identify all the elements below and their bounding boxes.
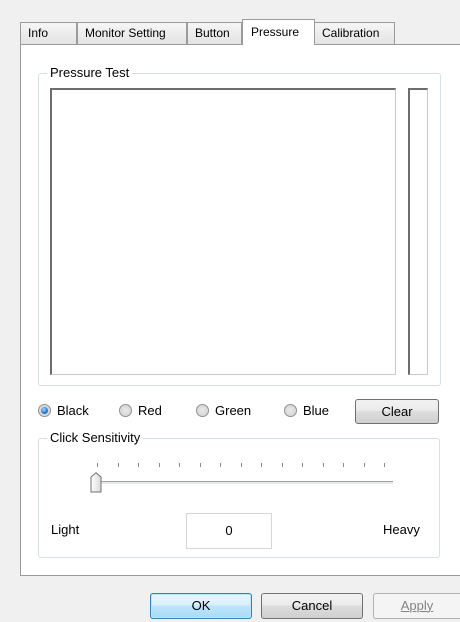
click-sensitivity-title: Click Sensitivity <box>47 430 144 446</box>
slider-tick <box>302 463 303 467</box>
radio-label: Green <box>215 402 252 418</box>
tab-monitor-setting[interactable]: Monitor Setting <box>77 22 187 44</box>
sensitivity-heavy-label: Heavy <box>383 522 420 537</box>
radio-black[interactable]: Black <box>38 400 89 420</box>
tab-info[interactable]: Info <box>20 22 77 44</box>
slider-tick <box>158 463 160 467</box>
slider-tick <box>384 463 385 467</box>
radio-blue[interactable]: Blue <box>284 400 329 420</box>
tab-calibration[interactable]: Calibration <box>314 22 395 44</box>
slider-tick <box>138 463 139 467</box>
sensitivity-value-field: 0 <box>186 513 272 549</box>
clear-button-label: Clear <box>381 404 413 419</box>
apply-button[interactable]: Apply <box>373 593 460 619</box>
tab-pressure[interactable]: Pressure <box>242 19 315 45</box>
ok-button-label: OK <box>191 598 211 613</box>
pressure-drawing-area[interactable] <box>50 88 396 375</box>
pressure-test-title: Pressure Test <box>47 65 133 81</box>
slider-tick <box>220 463 221 467</box>
slider-tick <box>97 463 98 467</box>
radio-indicator <box>196 403 209 417</box>
radio-green[interactable]: Green <box>196 400 251 420</box>
clear-button[interactable]: Clear <box>355 399 439 424</box>
pressure-level-bar <box>408 88 428 375</box>
radio-indicator <box>119 403 132 417</box>
tab-label: Monitor Setting <box>85 26 166 40</box>
radio-indicator <box>284 403 297 417</box>
radio-red[interactable]: Red <box>119 400 162 420</box>
tab-label: Pressure <box>251 25 300 39</box>
apply-button-label: Apply <box>400 598 434 613</box>
slider-tick <box>199 463 201 467</box>
cancel-button-label: Cancel <box>291 598 333 613</box>
sensitivity-slider-track[interactable] <box>97 481 393 485</box>
slider-tick <box>117 463 119 467</box>
radio-label: Red <box>138 402 162 418</box>
tab-label: Button <box>195 26 230 40</box>
slider-tick <box>363 463 365 467</box>
tab-label: Calibration <box>322 26 380 40</box>
slider-tick <box>261 463 262 467</box>
slider-tick <box>343 463 344 467</box>
slider-tick <box>179 463 180 467</box>
sensitivity-light-label: Light <box>51 522 80 537</box>
tab-button[interactable]: Button <box>187 22 242 44</box>
cancel-button[interactable]: Cancel <box>261 593 363 619</box>
radio-label: Blue <box>303 402 330 418</box>
sensitivity-value: 0 <box>225 523 233 538</box>
slider-tick <box>281 463 283 467</box>
radio-label: Black <box>57 402 89 418</box>
ok-button[interactable]: OK <box>150 593 252 619</box>
sensitivity-slider-thumb[interactable] <box>90 472 102 493</box>
slider-tick <box>322 463 324 467</box>
slider-tick <box>240 463 242 467</box>
radio-indicator <box>38 403 51 417</box>
tab-label: Info <box>28 26 49 40</box>
